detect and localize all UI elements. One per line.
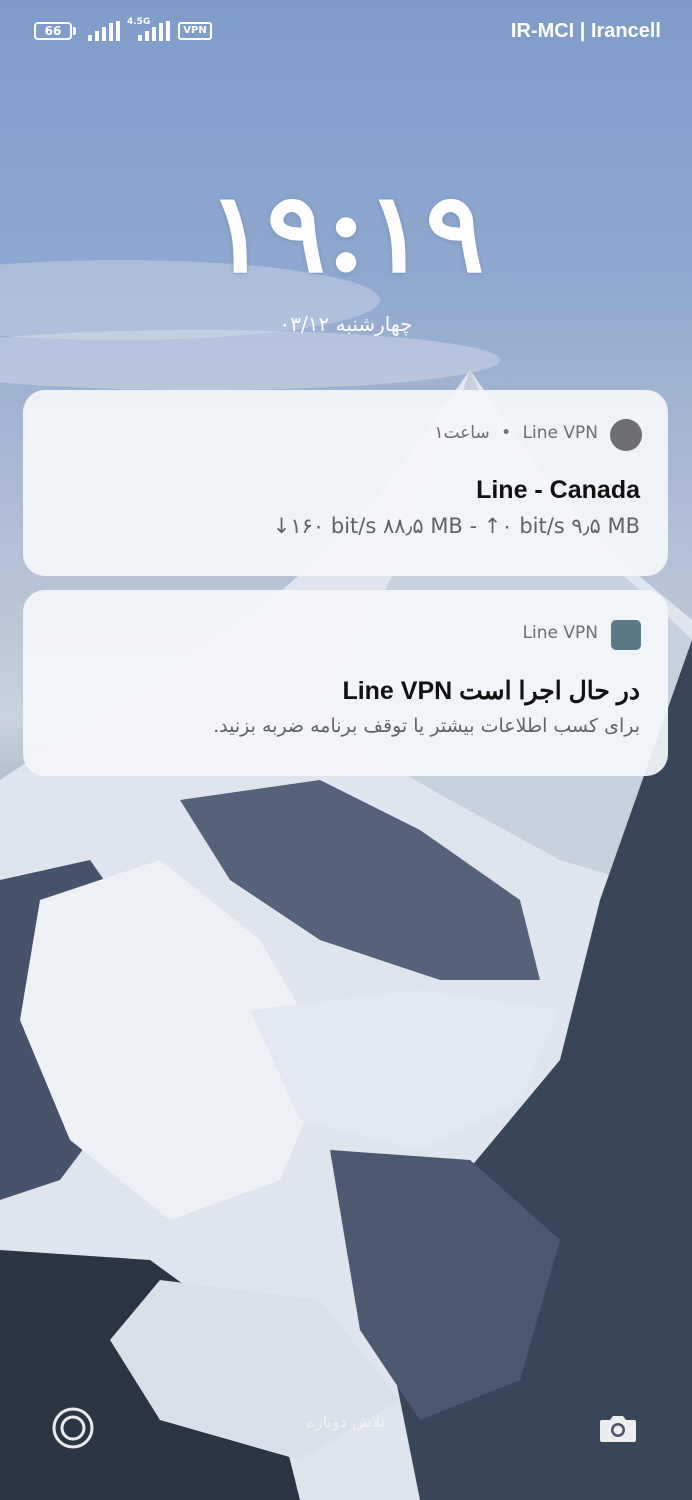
signal-strength-icon [88, 21, 120, 41]
notification-title: Line - Canada [476, 476, 640, 504]
header-separator: • [501, 423, 512, 443]
retry-hint: تلاش دوباره [306, 1412, 386, 1431]
status-bar: 66 4.5G VPN IR-MCI | Irancell [0, 0, 692, 64]
notification-text: برای کسب اطلاعات بیشتر یا توقف برنامه ضر… [213, 715, 640, 737]
lockscreen-clock: ۱۹:۱۹ [207, 168, 485, 297]
lock-screen: 66 4.5G VPN IR-MCI | Irancell ۱۹:۱۹ چهار… [0, 0, 692, 1500]
carrier-name: IR-MCI | Irancell [510, 20, 661, 42]
vpn-badge-label: VPN [183, 25, 207, 36]
battery-tip [73, 27, 76, 35]
notification-text: ↓۱۶۰ bit/s ۸۸٫۵ MB - ↑۰ bit/s ۹٫۵ MB [272, 514, 640, 538]
lockscreen-date: چهارشنبه ۰۳/۱۲ [279, 312, 413, 336]
notification-header: Line VPN [523, 623, 598, 643]
camera-icon[interactable] [596, 1406, 640, 1450]
vpn-icon: VPN [178, 22, 212, 40]
app-circle-icon [610, 419, 642, 451]
app-square-icon [611, 620, 641, 650]
notification-card-vpn-running[interactable]: Line VPN در حال اجرا است Line VPN برای ک… [23, 590, 668, 776]
battery-level: 66 [44, 24, 62, 38]
notification-card-vpn-status[interactable]: ۱ساعت • Line VPN Line - Canada ↓۱۶۰ bit/… [23, 390, 668, 576]
notification-title: در حال اجرا است Line VPN [342, 677, 640, 705]
notification-header: ۱ساعت • Line VPN [434, 423, 598, 443]
signal-strength-icon-2 [138, 21, 170, 41]
notification-app-name: Line VPN [522, 623, 598, 643]
notification-time: ۱ساعت [434, 423, 490, 443]
notification-app-name: Line VPN [522, 423, 598, 443]
battery-icon: 66 [34, 22, 72, 40]
